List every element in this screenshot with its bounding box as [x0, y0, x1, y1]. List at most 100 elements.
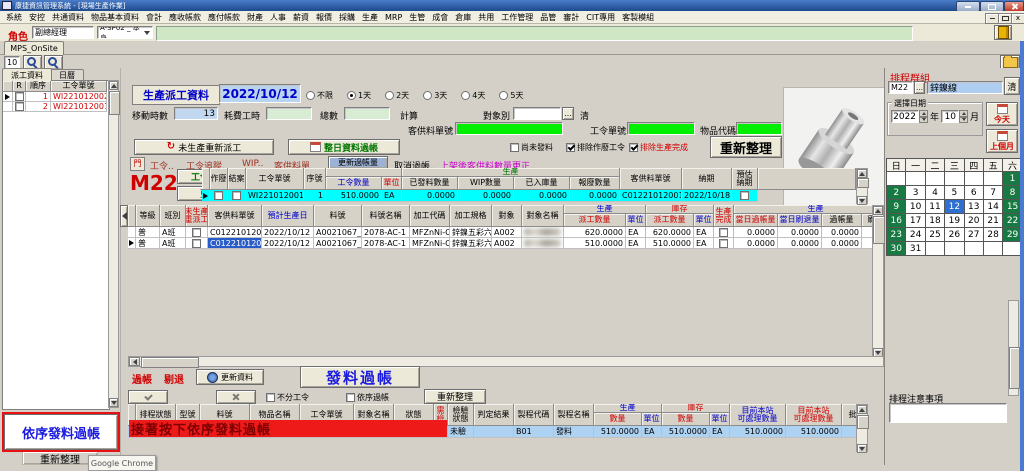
prev-month-button[interactable]: 上個月	[986, 129, 1018, 153]
role-value-field[interactable]: 副總經理	[32, 26, 94, 39]
checkbox-exclude-void[interactable]: 排除作廢工令	[566, 142, 625, 153]
menu-item[interactable]: CIT專用	[586, 12, 615, 23]
col-r[interactable]: R	[13, 81, 26, 92]
checkbox-no-split[interactable]: 不分工令	[266, 392, 309, 403]
tab-reject[interactable]: 剔退	[164, 371, 184, 386]
supply-no-field[interactable]	[455, 122, 563, 135]
schedule-group-name-field[interactable]: 鋅鎳線	[927, 81, 1003, 94]
menu-item[interactable]: 審計	[563, 12, 579, 23]
issue-post-button[interactable]: 發料過帳	[300, 366, 420, 388]
calendar-day[interactable]: 26	[945, 228, 964, 242]
row-checkbox[interactable]	[15, 102, 24, 111]
year-spinner[interactable]	[919, 110, 928, 123]
menu-item[interactable]: 系統	[6, 12, 22, 23]
calc-label[interactable]: 計算	[400, 109, 418, 122]
redispatch-checkbox[interactable]	[192, 239, 201, 248]
left-list-scrollbar[interactable]	[108, 80, 119, 408]
calendar-day[interactable]: 25	[926, 228, 945, 242]
calendar-day[interactable]: 4	[926, 186, 945, 200]
col-work-order[interactable]: 工令單號	[51, 81, 107, 92]
cancel-button[interactable]	[216, 390, 256, 404]
menu-item[interactable]: MRP	[385, 13, 402, 22]
radio-day-2[interactable]: 2天	[385, 90, 409, 101]
main-refresh-button[interactable]: 重新整理	[710, 136, 782, 158]
work-order-field[interactable]	[627, 122, 695, 135]
calendar-day[interactable]: 31	[906, 242, 925, 256]
calendar-day[interactable]: 3	[906, 186, 925, 200]
confirm-button[interactable]	[128, 390, 168, 404]
schedule-group-code-field[interactable]: M22	[888, 81, 913, 94]
mdi-minimize-button[interactable]	[985, 13, 999, 24]
sequential-issue-post-button[interactable]: 依序發料過帳	[4, 414, 118, 450]
col-seq[interactable]: 順序	[26, 81, 51, 92]
labor-hours-field[interactable]	[266, 107, 312, 120]
group-lookup-button[interactable]: …	[914, 81, 925, 94]
closed-checkbox[interactable]	[232, 191, 241, 200]
radio-day-1[interactable]: 1天	[347, 90, 371, 101]
calendar-day[interactable]: 10	[906, 200, 925, 214]
today-button[interactable]: 今天	[986, 102, 1018, 126]
exit-button[interactable]	[994, 25, 1012, 40]
menu-item[interactable]: 報價	[316, 12, 332, 23]
post-refresh-button[interactable]: 重新整理	[424, 389, 486, 404]
redispatch-checkbox[interactable]	[192, 228, 201, 237]
menu-item[interactable]: 薪資	[293, 12, 309, 23]
checkbox-exclude-done[interactable]: 排除生產完成	[629, 142, 688, 153]
menu-item[interactable]: 採購	[339, 12, 355, 23]
wo-grid-scrollbar[interactable]	[856, 168, 868, 204]
calendar-day[interactable]: 11	[926, 200, 945, 214]
dispatch-date-field[interactable]: 2022/10/12	[219, 84, 301, 103]
calendar-day[interactable]: 13	[965, 200, 984, 214]
menu-item[interactable]: 品管	[540, 12, 556, 23]
target-clear-link[interactable]: 清	[580, 109, 589, 122]
left-refresh-button[interactable]: 重新整理	[22, 451, 98, 465]
tab-dispatch-data[interactable]: 派工資料	[2, 68, 52, 81]
calendar-day[interactable]: 23	[887, 228, 906, 242]
calendar-day[interactable]: 5	[945, 186, 964, 200]
est-due-checkbox[interactable]	[740, 191, 749, 200]
menu-item[interactable]: 成會	[432, 12, 448, 23]
done-checkbox[interactable]	[719, 239, 728, 248]
notes-input[interactable]	[889, 403, 1007, 423]
menu-item[interactable]: 倉庫	[455, 12, 471, 23]
tab-post[interactable]: 過帳	[132, 371, 152, 386]
calendar-day[interactable]: 27	[965, 228, 984, 242]
calendar-day[interactable]: 2	[887, 186, 906, 200]
calendar-day[interactable]: 18	[926, 214, 945, 228]
post-grid-scrollbar[interactable]	[856, 404, 868, 452]
menu-item[interactable]: 財產	[247, 12, 263, 23]
door-icon[interactable]: 門	[130, 157, 145, 171]
calendar-day[interactable]: 24	[906, 228, 925, 242]
target-type-field[interactable]	[513, 107, 561, 120]
calendar-day[interactable]: 16	[887, 214, 906, 228]
collapse-pane-button[interactable]	[120, 205, 128, 227]
menu-item[interactable]: 生產	[362, 12, 378, 23]
void-checkbox[interactable]	[214, 191, 223, 200]
calendar-day[interactable]: 12	[945, 200, 964, 214]
calendar-day[interactable]: 17	[906, 214, 925, 228]
work-order-row[interactable]: 1 WI221012002	[3, 92, 107, 102]
calendar-day[interactable]: 20	[965, 214, 984, 228]
redispatch-button[interactable]: ↻未生產重新派工	[134, 139, 274, 155]
menu-item[interactable]: 安控	[29, 12, 45, 23]
calendar-day[interactable]: 28	[984, 228, 1003, 242]
calendar-day[interactable]: 7	[984, 186, 1003, 200]
radio-day-3[interactable]: 3天	[423, 90, 447, 101]
mdi-close-button[interactable]: x	[1011, 13, 1024, 24]
total-field[interactable]	[344, 107, 390, 120]
radio-day-unlimited[interactable]: 不限	[306, 90, 333, 101]
panel-scrollbar[interactable]	[1008, 300, 1019, 396]
menu-item[interactable]: 共通資料	[52, 12, 84, 23]
calendar-day[interactable]: 14	[984, 200, 1003, 214]
menu-item[interactable]: 共用	[478, 12, 494, 23]
checkbox-not-issued[interactable]: 尚未發料	[510, 142, 553, 153]
tab-mps-onsite[interactable]: MPS_OnSite	[4, 41, 64, 55]
move-hours-field[interactable]: 13	[174, 107, 218, 120]
menu-item[interactable]: 會計	[146, 12, 162, 23]
month-spinner[interactable]	[959, 110, 968, 123]
menu-item[interactable]: 工作管理	[501, 12, 533, 23]
group-clear-button[interactable]: 清	[1004, 77, 1020, 95]
radio-day-5[interactable]: 5天	[499, 90, 523, 101]
dispatch-grid-scrollbar[interactable]	[872, 205, 884, 357]
work-order-row[interactable]: 2 WI221012001	[3, 102, 107, 112]
